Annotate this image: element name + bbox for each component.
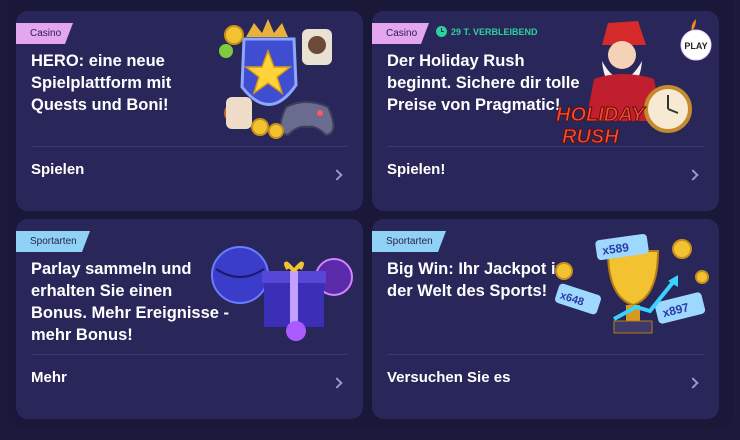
category-tag: Sportarten	[16, 231, 90, 252]
card-divider	[31, 146, 348, 147]
chevron-right-icon[interactable]	[687, 169, 699, 181]
play-logo-icon: PLAY	[680, 19, 712, 61]
try-link[interactable]: Versuchen Sie es	[387, 369, 510, 386]
card-divider	[387, 354, 704, 355]
svg-text:PLAY: PLAY	[684, 41, 707, 51]
category-tag: Casino	[372, 23, 429, 44]
chevron-right-icon[interactable]	[331, 377, 343, 389]
chevron-right-icon[interactable]	[331, 169, 343, 181]
chevron-right-icon[interactable]	[687, 377, 699, 389]
countdown-timer: 29 T. VERBLEIBEND	[436, 26, 538, 37]
shield-star-icon	[240, 37, 298, 106]
svg-text:HOLIDAY: HOLIDAY	[556, 104, 646, 126]
promo-card-hero[interactable]: Casino HERO: eine neue Spielplattform mi…	[16, 11, 363, 211]
gift-box-icon	[262, 261, 326, 327]
promo-title: HERO: eine neue Spielplattform mit Quest…	[31, 52, 172, 114]
promo-title: Parlay sammeln und erhalten Sie einen Bo…	[31, 260, 230, 344]
ticket-icon: x648	[555, 283, 601, 315]
promo-title: Big Win: Ihr Jackpot in der Welt des Spo…	[387, 260, 566, 300]
category-tag: Casino	[16, 23, 73, 44]
coin-icon	[224, 25, 244, 45]
trophy-icon	[606, 250, 660, 334]
parlay-illustration	[211, 246, 353, 341]
promo-card-holiday-rush[interactable]: Casino 29 T. VERBLEIBEND Der Holiday Rus…	[372, 11, 719, 211]
card-divider	[387, 146, 704, 147]
pragmatic-play-logo: PLAY	[678, 17, 714, 65]
clock-icon	[436, 26, 447, 37]
timer-text: 29 T. VERBLEIBEND	[451, 26, 538, 37]
crown-icon	[246, 19, 288, 37]
promo-card-parlay[interactable]: Sportarten Parlay sammeln und erhalten S…	[16, 219, 363, 419]
hero-illustration	[219, 19, 335, 139]
more-link[interactable]: Mehr	[31, 369, 67, 386]
jackpot-illustration: x589 x648 x897	[555, 233, 709, 334]
svg-text:RUSH: RUSH	[562, 126, 619, 145]
play-link[interactable]: Spielen!	[387, 161, 445, 178]
play-link[interactable]: Spielen	[31, 161, 84, 178]
gamepad-icon	[279, 101, 335, 137]
card-divider	[31, 354, 348, 355]
promo-card-big-win[interactable]: Sportarten Big Win: Ihr Jackpot in der W…	[372, 219, 719, 419]
category-tag: Sportarten	[372, 231, 446, 252]
